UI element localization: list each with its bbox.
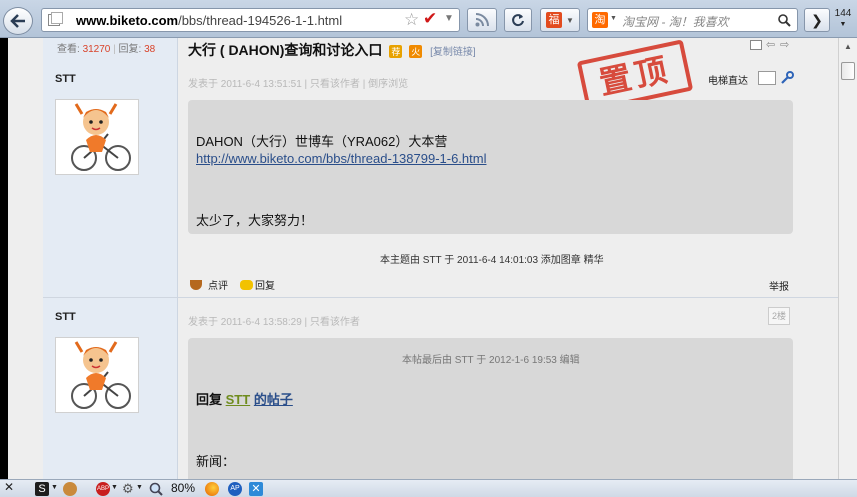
reply-prefix: 回复 [196, 392, 223, 407]
hot-badge-icon: 火 [409, 44, 423, 58]
chevron-down-icon[interactable]: ▼ [136, 484, 143, 491]
bookmark-star-icon[interactable]: ☆ [404, 10, 419, 30]
address-url[interactable]: www.biketo.com/bbs/thread-194526-1-1.htm… [76, 13, 342, 28]
rss-button[interactable] [467, 8, 497, 32]
reload-button[interactable] [504, 8, 532, 32]
prev-thread-icon[interactable]: ⇦ [766, 38, 775, 51]
avatar-image [71, 103, 131, 171]
zoom-icon[interactable] [149, 482, 163, 496]
good-badge-icon: 荐 [389, 44, 403, 58]
next-thread-icon[interactable]: ⇨ [780, 38, 789, 51]
post-line: DAHON（大行）世博车（YRA062）大本营 [196, 134, 448, 149]
post-body: 本帖最后由 STT 于 2012-1-6 19:53 编辑 回复 STT 的帖子… [188, 338, 793, 479]
back-arrow-icon [10, 14, 25, 28]
comment-action[interactable]: 点评 [190, 277, 228, 292]
close-icon[interactable]: ✕ [4, 480, 14, 494]
search-icon[interactable] [778, 14, 791, 27]
check-icon[interactable]: ✔ [423, 9, 437, 29]
status-bar: ✕ S ▼ ABP ▼ ⚙ ▼ 80% AP ✕ [0, 479, 857, 497]
chevron-right-icon: ❯ [811, 11, 823, 28]
x-extension-icon[interactable]: ✕ [249, 482, 263, 496]
reply-action[interactable]: 回复 [240, 277, 275, 292]
firefox-icon[interactable] [205, 482, 219, 496]
reload-icon [512, 14, 524, 27]
fortune-button[interactable]: 福 ▼ [540, 8, 580, 32]
search-input[interactable]: 淘宝网 - 淘！我喜欢 [622, 13, 729, 30]
tab-count: 144 [834, 8, 852, 19]
page-content: 查看: 31270 | 回复: 38 STT STT 大行 (DAHON)查询… [8, 38, 838, 479]
address-bar[interactable]: www.biketo.com/bbs/thread-194526-1-1.htm… [41, 8, 460, 32]
avatar[interactable] [55, 337, 139, 413]
floor-jump[interactable]: 电梯直达 [708, 72, 748, 87]
post-meta: 发表于 2011-6-4 13:58:29 | 只看该作者 [188, 317, 360, 328]
s-extension-icon[interactable]: S [35, 482, 49, 496]
avatar[interactable] [55, 99, 139, 175]
replies-count: 38 [144, 44, 156, 55]
browser-toolbar: www.biketo.com/bbs/thread-194526-1-1.htm… [0, 0, 857, 38]
views-count: 31270 [82, 44, 111, 55]
reply-user-link[interactable]: STT [226, 392, 251, 407]
tab-counter[interactable]: 144 ▼ [833, 9, 853, 31]
url-domain: www.biketo.com [76, 13, 179, 28]
speech-bubble-icon [240, 279, 253, 290]
url-path: /bbs/thread-194526-1-1.html [178, 13, 343, 28]
taobao-icon: 淘 [592, 12, 608, 28]
chevron-down-icon: ▼ [610, 15, 617, 22]
page-title: 大行 ( DAHON)查询和讨论入口 荐 火 [复制链接] [188, 40, 476, 60]
post-author[interactable]: STT [55, 73, 76, 85]
copy-link-button[interactable]: [复制链接] [430, 47, 476, 58]
views-label: 查看: [57, 44, 80, 55]
reply-suffix-link[interactable]: 的帖子 [254, 392, 293, 407]
floor-jump-label: 电梯直达 [708, 76, 748, 87]
print-icon[interactable] [750, 40, 762, 50]
author-sidebar: 查看: 31270 | 回复: 38 STT STT [43, 38, 178, 479]
more-tools-button[interactable]: ❯ [804, 8, 830, 32]
fortune-icon: 福 [546, 12, 563, 28]
chevron-down-icon: ▼ [566, 15, 574, 25]
post-body: DAHON（大行）世博车（YRA062）大本营 http://www.biket… [188, 100, 793, 234]
edit-note: 本帖最后由 STT 于 2012-1-6 19:53 编辑 [402, 355, 580, 366]
post-divider [43, 297, 838, 298]
dropdown-icon[interactable]: ▼ [444, 13, 454, 24]
post-link[interactable]: http://www.biketo.com/bbs/thread-138799-… [196, 151, 486, 166]
vertical-scrollbar[interactable]: ▲ [838, 38, 857, 479]
ap-icon[interactable]: AP [228, 482, 242, 496]
report-link[interactable]: 举报 [769, 278, 789, 293]
chevron-down-icon: ▼ [839, 21, 847, 28]
chevron-down-icon[interactable]: ▼ [51, 484, 58, 491]
reply-quote: 回复 STT 的帖子 [196, 389, 293, 408]
post-author[interactable]: STT [55, 311, 76, 323]
floor-jump-input[interactable] [758, 71, 776, 85]
floor-number[interactable]: 2楼 [768, 307, 790, 325]
wrench-icon[interactable] [780, 71, 794, 85]
comment-label: 点评 [208, 281, 228, 292]
rss-icon [475, 13, 489, 27]
post-meta: 发表于 2011-6-4 13:51:51 | 只看该作者 | 倒序浏览 [188, 79, 409, 90]
left-margin [8, 38, 43, 479]
stats-divider: | [113, 44, 116, 55]
scroll-thumb[interactable] [841, 62, 855, 80]
adblock-icon[interactable]: ABP [96, 482, 110, 496]
moderation-note: 本主题由 STT 于 2011-6-4 14:01:03 添加图章 精华 [380, 255, 604, 266]
chevron-down-icon[interactable]: ▼ [111, 484, 118, 491]
coffee-icon [190, 279, 202, 290]
gear-icon[interactable]: ⚙ [122, 482, 136, 496]
page-icon-stack [51, 12, 63, 24]
replies-label: 回复: [118, 44, 142, 55]
search-box[interactable]: 淘 ▼ 淘宝网 - 淘！我喜欢 [587, 8, 798, 32]
post-line: 新闻： [196, 454, 236, 469]
thread-stats: 查看: 31270 | 回复: 38 [57, 40, 155, 55]
post-line: 太少了，大家努力！ [196, 213, 314, 228]
monkey-icon[interactable] [63, 482, 77, 496]
scroll-up-icon[interactable]: ▲ [844, 42, 852, 51]
avatar-image [71, 341, 131, 409]
thread-title: 大行 ( DAHON)查询和讨论入口 [188, 42, 383, 58]
back-button[interactable] [3, 7, 33, 35]
reply-label: 回复 [255, 281, 275, 292]
zoom-level[interactable]: 80% [171, 481, 195, 495]
